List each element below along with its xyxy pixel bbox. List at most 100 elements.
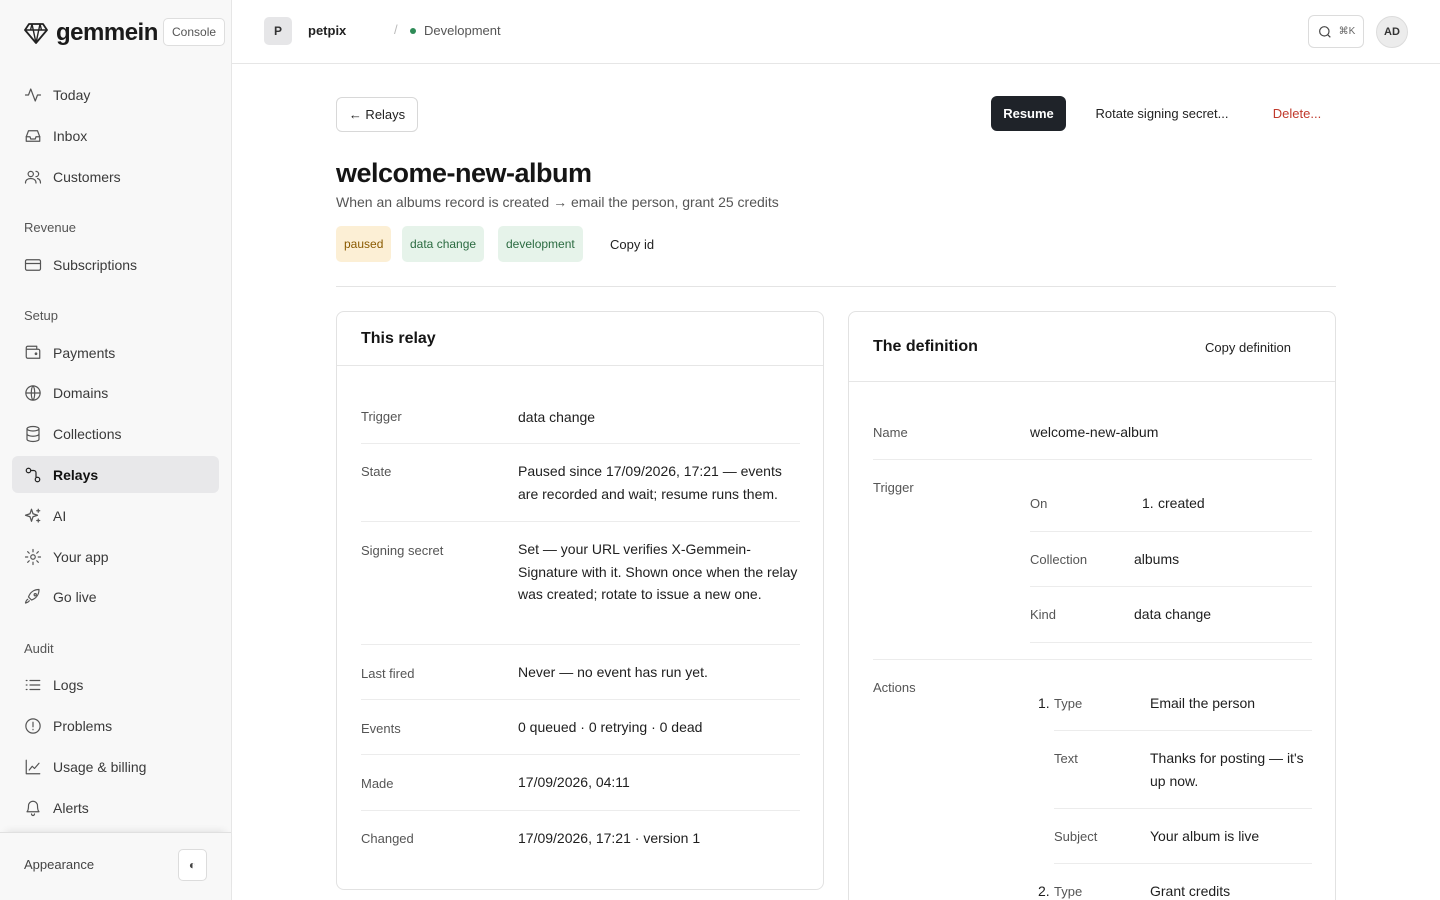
sidebar-item-label: Today: [53, 86, 91, 103]
action-index: 2.: [1038, 883, 1050, 899]
copy-id-button[interactable]: Copy id: [603, 226, 661, 262]
bell-icon: [26, 800, 40, 816]
divider: [1030, 586, 1312, 587]
row-value: 0 queued · 0 retrying · 0 dead: [518, 719, 703, 735]
breadcrumb-separator: /: [394, 22, 398, 37]
sidebar-item-collections[interactable]: Collections: [12, 415, 219, 452]
section-heading-audit: Audit: [24, 641, 54, 656]
row-label: Trigger: [361, 409, 402, 424]
page-subtitle: When an albums record is created → email…: [336, 194, 779, 210]
sidebar-item-label: Domains: [53, 384, 109, 401]
detail-row-events: Events 0 queued · 0 retrying · 0 dead: [361, 700, 800, 755]
gear-icon: [24, 548, 42, 565]
row-label: Signing secret: [361, 543, 444, 558]
divider: [1054, 730, 1312, 731]
card-title: The definition: [873, 338, 978, 355]
divider: [873, 459, 1312, 460]
row-value: 17/09/2026, 04:11: [518, 774, 630, 790]
users-icon: [24, 170, 42, 184]
action-type-label: Type: [1054, 696, 1083, 711]
sidebar-item-problems[interactable]: Problems: [12, 707, 219, 744]
trigger-kind-label: Kind: [1030, 607, 1057, 622]
sidebar-item-today[interactable]: Today: [12, 76, 219, 113]
sidebar-item-logs[interactable]: Logs: [12, 666, 219, 703]
globe-icon: [25, 384, 41, 401]
sidebar-item-inbox[interactable]: Inbox: [12, 117, 219, 154]
status-badge: paused: [336, 226, 392, 262]
sidebar-item-go-live[interactable]: Go live: [12, 578, 219, 615]
sidebar-footer: Appearance ◐: [0, 832, 231, 900]
sidebar-item-subscriptions[interactable]: Subscriptions: [12, 246, 219, 283]
sidebar-item-label: Inbox: [53, 127, 88, 144]
action-type-value: Grant credits: [1150, 883, 1231, 899]
row-label: Made: [361, 776, 394, 791]
search-button[interactable]: ⌘K: [1308, 15, 1364, 48]
brand-logo[interactable]: gemmein: [24, 18, 158, 48]
card-header: This relay: [337, 312, 823, 366]
project-switcher[interactable]: petpix: [308, 23, 346, 38]
action-text-value: Thanks for posting — it's up now.: [1150, 750, 1304, 789]
detail-row-changed: Changed 17/09/2026, 17:21 · version 1: [361, 811, 800, 867]
sidebar-item-ai[interactable]: AI: [12, 497, 219, 534]
brand-name: gemmein: [56, 19, 158, 46]
detail-row-last-fired: Last fired Never — no event has run yet.: [361, 645, 800, 700]
sidebar-item-customers[interactable]: Customers: [12, 158, 219, 195]
theme-toggle-button[interactable]: ◐: [178, 849, 207, 881]
environment-status-dot: [410, 28, 416, 34]
chart-icon: [25, 759, 41, 774]
delete-button[interactable]: Delete...: [1262, 96, 1332, 131]
divider: [1030, 531, 1312, 532]
relay-icon: [25, 467, 41, 482]
sidebar-item-usage-billing[interactable]: Usage & billing: [12, 748, 219, 785]
rocket-icon: [24, 588, 40, 604]
definition-actions-label: Actions: [873, 680, 916, 695]
copy-definition-button[interactable]: Copy definition: [1193, 334, 1303, 360]
section-heading-setup: Setup: [24, 308, 58, 323]
sidebar-item-label: Logs: [53, 676, 84, 693]
row-label: Events: [361, 721, 401, 736]
search-shortcut: ⌘K: [1338, 26, 1356, 37]
definition-trigger-label: Trigger: [873, 480, 914, 495]
sidebar-item-relays[interactable]: Relays: [12, 456, 219, 493]
environment-switcher[interactable]: Development: [424, 23, 501, 38]
detail-row-made: Made 17/09/2026, 04:11: [361, 755, 800, 811]
sidebar-item-label: Relays: [53, 466, 99, 483]
sidebar-item-domains[interactable]: Domains: [12, 374, 219, 411]
action-type-label: Type: [1054, 884, 1083, 899]
sidebar-item-label: Payments: [53, 344, 116, 361]
back-to-relays-button[interactable]: ← Relays: [336, 97, 418, 132]
row-value: Set — your URL verifies X-Gemmein-Signat…: [518, 541, 798, 602]
database-icon: [26, 425, 40, 442]
section-heading-revenue: Revenue: [24, 220, 77, 235]
row-value: Never — no event has run yet.: [518, 664, 708, 680]
user-avatar[interactable]: AD: [1376, 16, 1408, 48]
definition-name-value: welcome-new-album: [1030, 424, 1159, 440]
this-relay-card: This relay Trigger data change State Pau…: [336, 311, 824, 890]
sidebar-item-your-app[interactable]: Your app: [12, 538, 219, 575]
top-bar: P petpix / Development ⌘K AD: [232, 0, 1440, 64]
page-title: welcome-new-album: [336, 158, 592, 188]
rotate-signing-secret-button[interactable]: Rotate signing secret...: [1080, 96, 1244, 131]
row-label: Last fired: [361, 666, 415, 681]
row-label: State: [361, 464, 392, 479]
divider: [336, 286, 1336, 287]
sidebar-item-label: Customers: [53, 168, 121, 185]
action-index: 1.: [1038, 695, 1050, 711]
detail-row-state: State Paused since 17/09/2026, 17:21 — e…: [361, 444, 800, 522]
divider: [1030, 642, 1312, 643]
environment-badge: development: [498, 226, 583, 262]
inbox-icon: [25, 129, 41, 142]
action-subject-value: Your album is live: [1150, 828, 1260, 844]
project-avatar[interactable]: P: [264, 17, 292, 45]
detail-row-signing-secret: Signing secret Set — your URL verifies X…: [361, 522, 800, 645]
wallet-icon: [25, 345, 41, 359]
sidebar-item-payments[interactable]: Payments: [12, 334, 219, 371]
sidebar-item-label: Alerts: [53, 799, 89, 816]
list-icon: [25, 679, 41, 690]
card-header: The definition Copy definition: [849, 312, 1335, 382]
sidebar-item-label: Usage & billing: [53, 758, 147, 775]
definition-name-label: Name: [873, 425, 908, 440]
definition-card: The definition Copy definition Name welc…: [848, 311, 1336, 900]
sidebar-item-alerts[interactable]: Alerts: [12, 789, 219, 826]
resume-button[interactable]: Resume: [991, 96, 1066, 131]
